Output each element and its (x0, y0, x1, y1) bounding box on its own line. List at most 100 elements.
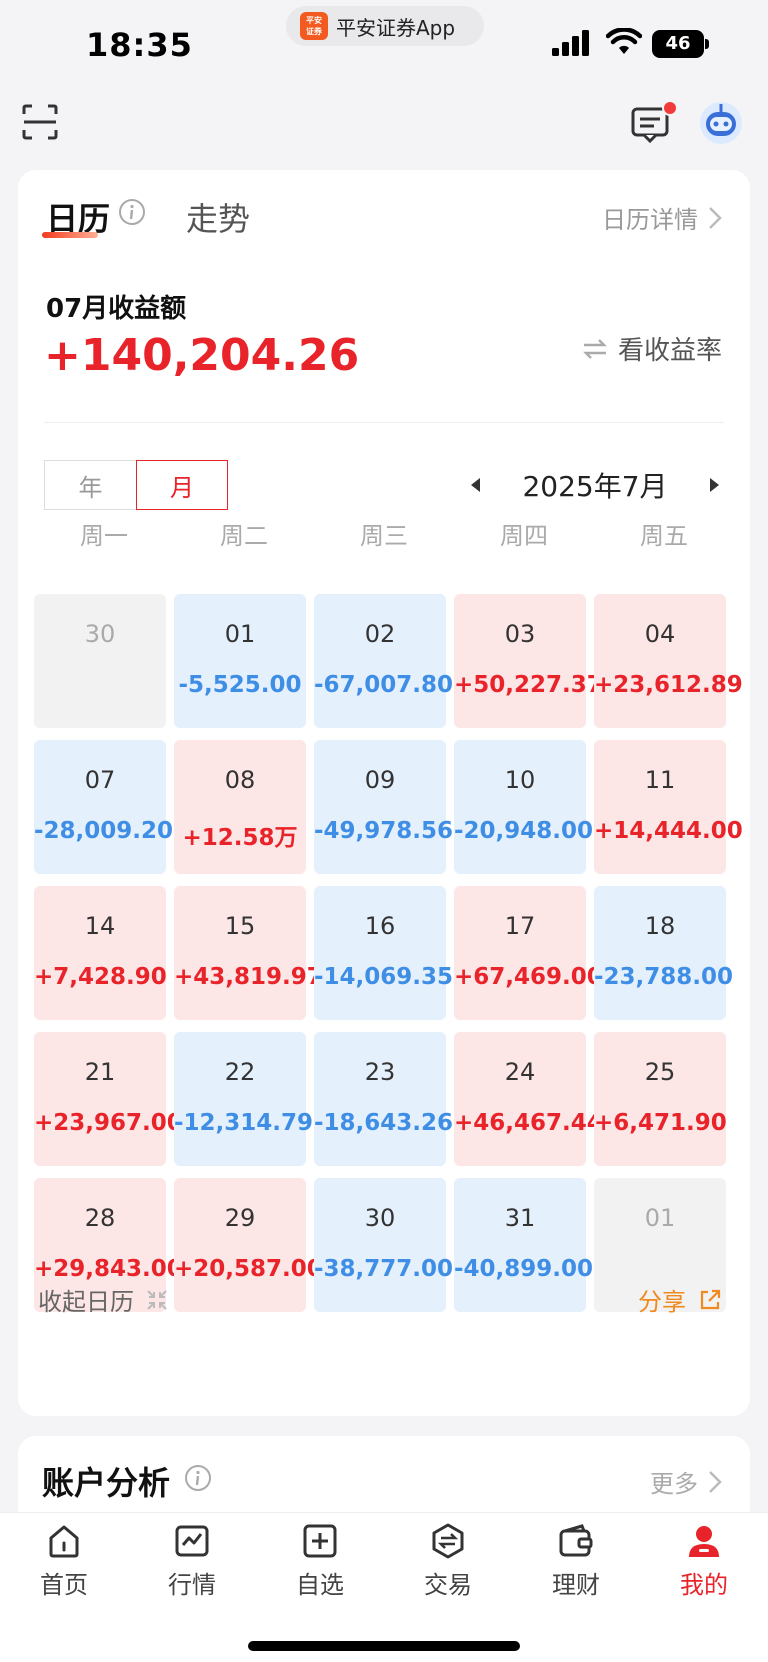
collapse-icon (147, 1289, 167, 1310)
day-earnings: -38,777.00 (314, 1256, 454, 1282)
day-number: 21 (84, 1058, 116, 1086)
nav-trade-label: 交易 (424, 1571, 472, 1599)
calendar-day-cell[interactable]: 31 -40,899.00 (454, 1178, 594, 1312)
calendar-day-cell[interactable]: 04 +23,612.89 (594, 594, 743, 728)
trade-icon (432, 1523, 464, 1559)
day-number: 04 (644, 620, 676, 648)
calendar-day-cell[interactable]: 17 +67,469.00 (454, 886, 603, 1020)
day-earnings: +29,843.00 (34, 1256, 183, 1282)
calendar-day-cell[interactable]: 22 -12,314.79 (174, 1032, 313, 1166)
calendar-day-cell[interactable]: 11 +14,444.00 (594, 740, 743, 874)
day-number: 01 (224, 620, 256, 648)
nav-home-label: 首页 (40, 1571, 88, 1599)
calendar-day-cell[interactable]: 18 -23,788.00 (594, 886, 734, 1020)
calendar-day-cell[interactable]: 10 -20,948.00 (454, 740, 593, 874)
day-number: 08 (224, 766, 256, 794)
calendar-day-cell[interactable]: 21 +23,967.00 (34, 1032, 183, 1166)
wifi-icon (606, 28, 642, 54)
day-earnings: +50,227.37 (454, 672, 603, 698)
nav-trade[interactable]: 交易 (398, 1523, 498, 1600)
nav-watchlist[interactable]: 自选 (270, 1523, 370, 1600)
calendar-day-cell[interactable]: 01 -5,525.00 (174, 594, 306, 728)
nav-wealth[interactable]: 理财 (526, 1523, 626, 1600)
calendar-day-cell[interactable]: 02 -67,007.80 (314, 594, 453, 728)
calendar-day-cell[interactable]: 03 +50,227.37 (454, 594, 603, 728)
nav-market[interactable]: 行情 (142, 1523, 242, 1600)
calendar-day-cell[interactable]: 16 -14,069.35 (314, 886, 453, 1020)
segment-month[interactable]: 月 (136, 460, 228, 510)
info-icon[interactable] (118, 198, 146, 226)
calendar-day-cell[interactable]: 23 -18,643.26 (314, 1032, 454, 1166)
day-earnings: +67,469.00 (454, 964, 603, 990)
see-return-rate-button[interactable]: 看收益率 (582, 330, 722, 367)
day-earnings: -18,643.26 (314, 1110, 454, 1136)
more-link[interactable]: 更多 (650, 1464, 722, 1499)
battery-indicator: 46 (652, 30, 710, 58)
active-tab-indicator (42, 232, 98, 238)
next-month-button[interactable] (700, 470, 730, 500)
chevron-right-icon (709, 206, 722, 229)
nav-wealth-label: 理财 (552, 1571, 600, 1599)
day-earnings: +46,467.44 (454, 1110, 603, 1136)
calendar-day-cell[interactable]: 08 +12.58万 (174, 740, 306, 874)
calendar-day-cell[interactable]: 15 +43,819.97 (174, 886, 323, 1020)
home-indicator (248, 1641, 520, 1651)
day-earnings: +23,612.89 (594, 672, 743, 698)
day-number: 31 (504, 1204, 536, 1232)
day-number: 09 (364, 766, 396, 794)
day-earnings: +12.58万 (182, 825, 298, 851)
day-earnings: -28,009.20 (34, 818, 174, 844)
calendar-day-cell[interactable]: 07 -28,009.20 (34, 740, 174, 874)
calendar-day-cell[interactable]: 25 +6,471.90 (594, 1032, 727, 1166)
share-icon (700, 1289, 721, 1309)
day-earnings: -49,978.56 (314, 818, 454, 844)
nav-profile[interactable]: 我的 (654, 1523, 754, 1600)
battery-level: 46 (652, 30, 704, 58)
calendar-day-cell: 30 (34, 594, 166, 728)
day-number: 14 (84, 912, 116, 940)
day-earnings: +43,819.97 (174, 964, 323, 990)
month-earnings-total: +140,204.26 (44, 330, 360, 381)
day-number: 01 (644, 1204, 676, 1232)
weekday-mon: 周一 (80, 522, 128, 550)
day-earnings: +20,587.00 (174, 1256, 323, 1282)
day-earnings: -40,899.00 (454, 1256, 594, 1282)
scan-icon[interactable] (22, 104, 58, 140)
weekday-header: 周一 周二 周三 周四 周五 (34, 516, 738, 551)
status-bar: 18:35 平安 证券 平安证券App 46 (0, 0, 768, 92)
info-icon[interactable] (184, 1464, 212, 1492)
weekday-fri: 周五 (640, 522, 688, 550)
calendar-day-cell[interactable]: 14 +7,428.90 (34, 886, 167, 1020)
calendar-detail-label: 日历详情 (602, 206, 698, 234)
chart-icon (175, 1525, 209, 1557)
day-earnings: -23,788.00 (594, 964, 734, 990)
nav-home[interactable]: 首页 (14, 1523, 114, 1600)
wallet-icon (559, 1524, 593, 1557)
day-earnings: -5,525.00 (178, 672, 302, 698)
profile-icon (689, 1526, 719, 1557)
app-return-pill[interactable]: 平安 证券 平安证券App (286, 6, 484, 46)
day-number: 30 (84, 620, 116, 648)
day-number: 28 (84, 1204, 116, 1232)
add-watchlist-icon (303, 1524, 337, 1558)
day-number: 11 (644, 766, 676, 794)
calendar-day-cell[interactable]: 30 -38,777.00 (314, 1178, 454, 1312)
weekday-thu: 周四 (500, 522, 548, 550)
day-number: 15 (224, 912, 256, 940)
day-earnings: +14,444.00 (594, 818, 743, 844)
calendar-day-cell[interactable]: 24 +46,467.44 (454, 1032, 603, 1166)
calendar-day-cell[interactable]: 29 +20,587.00 (174, 1178, 323, 1312)
calendar-detail-link[interactable]: 日历详情 (602, 200, 722, 235)
home-icon (49, 1525, 79, 1558)
current-month-label: 2025年7月 (522, 470, 668, 503)
share-button[interactable]: 分享 (638, 1282, 722, 1317)
segment-year[interactable]: 年 (44, 460, 136, 510)
tab-trend[interactable]: 走势 (186, 194, 250, 240)
prev-month-button[interactable] (460, 470, 490, 500)
collapse-calendar-button[interactable]: 收起日历 (38, 1282, 168, 1317)
day-number: 07 (84, 766, 116, 794)
assistant-robot-icon[interactable] (698, 100, 744, 146)
day-earnings: +23,967.00 (34, 1110, 183, 1136)
day-earnings: +6,471.90 (594, 1110, 727, 1136)
calendar-day-cell[interactable]: 09 -49,978.56 (314, 740, 454, 874)
